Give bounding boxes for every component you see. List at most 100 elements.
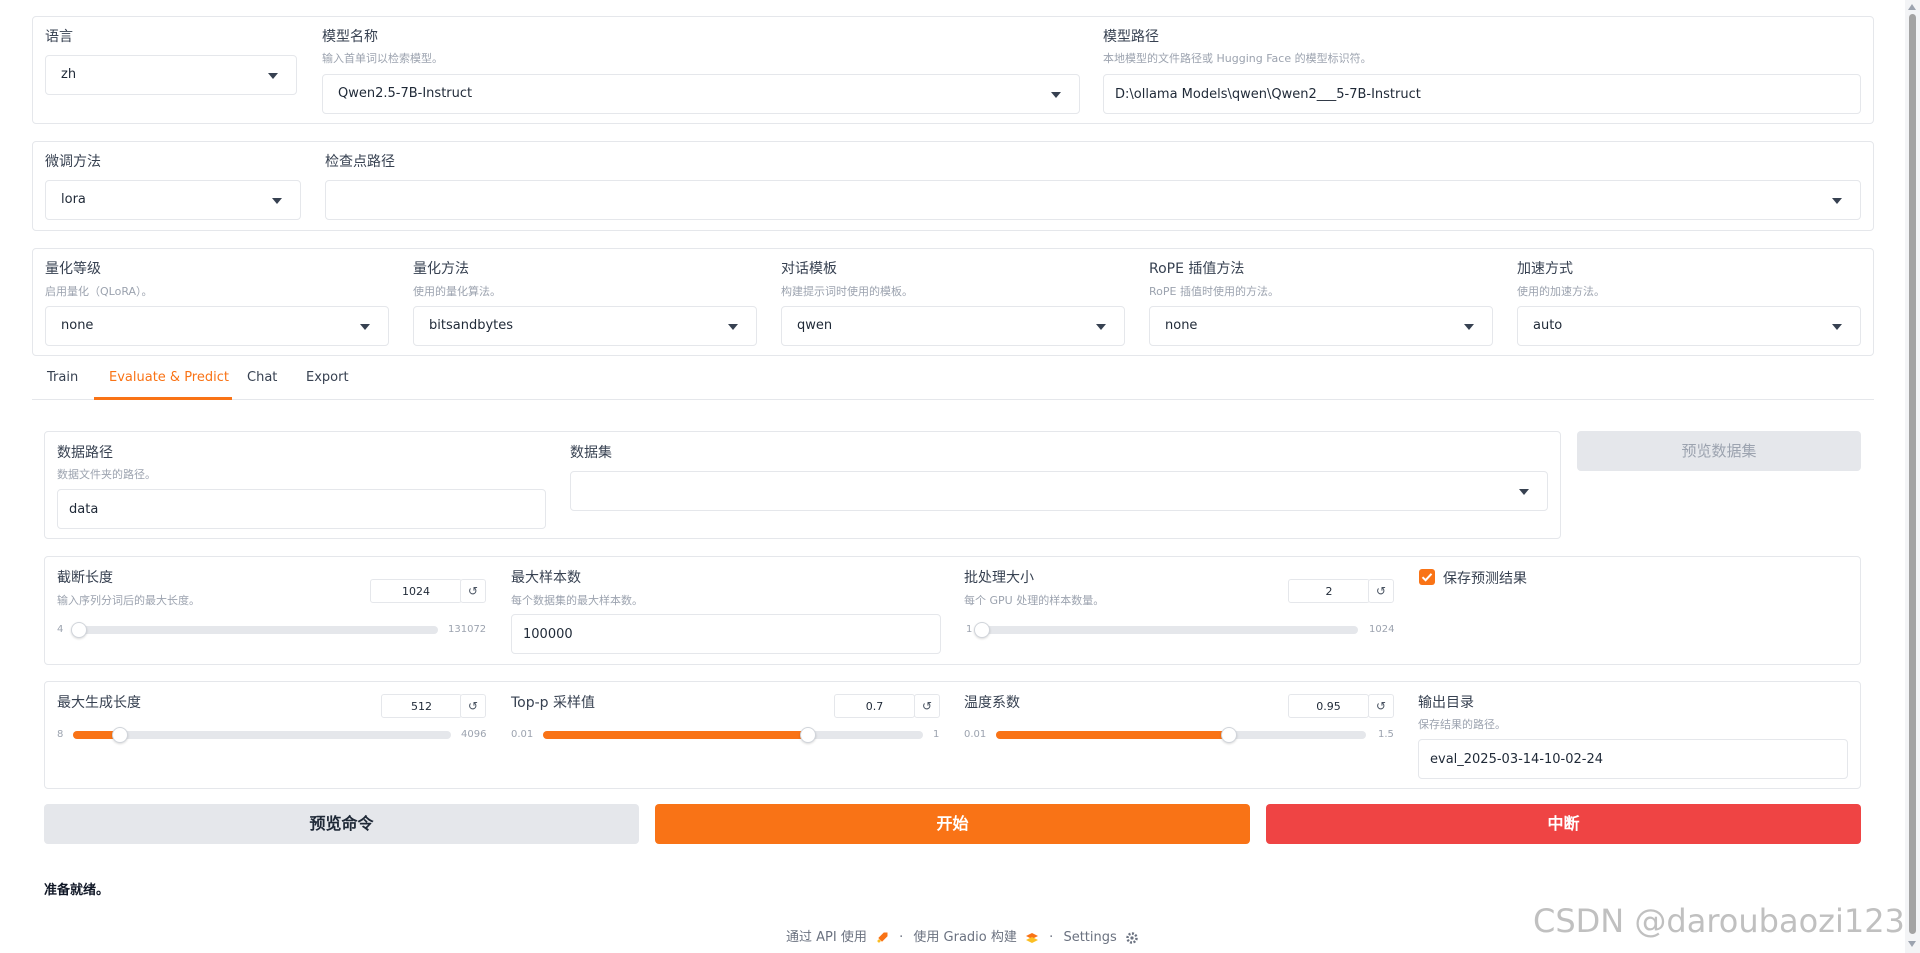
data-dir-field[interactable]	[57, 489, 546, 529]
dataset-dropdown[interactable]	[570, 471, 1548, 511]
cutoff-max: 131072	[448, 624, 487, 635]
tab-evaluate-predict[interactable]: Evaluate & Predict	[109, 370, 229, 385]
settings-link[interactable]: Settings	[1063, 930, 1116, 945]
max-new-slider-thumb[interactable]	[111, 727, 128, 743]
data-dir-label: 数据路径	[57, 445, 113, 461]
quant-bit-info: 启用量化（QLoRA）。	[45, 285, 153, 298]
model-name-dropdown[interactable]: Qwen2.5-7B-Instruct	[322, 74, 1080, 114]
batch-number-input[interactable]	[1289, 580, 1369, 603]
model-path-label: 模型路径	[1103, 29, 1159, 45]
reset-icon[interactable]: ↺	[460, 579, 486, 603]
lang-dropdown[interactable]: zh	[45, 55, 297, 95]
rope-dropdown[interactable]: none	[1149, 306, 1493, 346]
data-dir-input[interactable]	[58, 490, 545, 528]
max-new-number-input[interactable]	[382, 695, 461, 718]
scroll-down-icon[interactable]	[1908, 941, 1916, 947]
top-p-label: Top-p 采样值	[511, 695, 596, 711]
preview-command-button[interactable]: 预览命令	[44, 804, 639, 844]
max-samples-field[interactable]	[511, 614, 941, 654]
footer-sep-2: ·	[1049, 930, 1054, 945]
gradio-logo-icon	[1026, 932, 1039, 943]
quant-method-value: bitsandbytes	[429, 318, 514, 333]
chevron-down-icon	[360, 324, 370, 330]
cutoff-number-input[interactable]	[371, 580, 461, 603]
temp-number-input[interactable]	[1289, 695, 1368, 718]
scrollbar-track[interactable]	[1905, 0, 1920, 953]
model-name-info: 输入首单词以检索模型。	[322, 52, 443, 65]
top-p-number[interactable]	[834, 694, 915, 718]
template-info: 构建提示词时使用的模板。	[781, 285, 913, 298]
temp-slider[interactable]	[996, 727, 1366, 743]
checkpoint-dropdown[interactable]	[325, 180, 1861, 220]
cutoff-info: 输入序列分词后的最大长度。	[57, 594, 200, 607]
tab-bar-line	[32, 399, 1874, 400]
chevron-down-icon	[1832, 324, 1842, 330]
batch-slider[interactable]	[974, 622, 1358, 638]
finetune-dropdown[interactable]: lora	[45, 180, 301, 220]
cutoff-slider-thumb[interactable]	[70, 622, 87, 638]
cutoff-label: 截断长度	[57, 570, 113, 586]
api-link[interactable]: 通过 API 使用	[786, 930, 867, 945]
reset-icon[interactable]: ↺	[914, 694, 940, 718]
batch-min: 1	[966, 624, 973, 635]
reset-icon[interactable]: ↺	[1368, 579, 1394, 603]
rope-value: none	[1165, 318, 1198, 333]
footer-sep-1: ·	[899, 930, 904, 945]
lang-value: zh	[61, 67, 77, 82]
gradio-link[interactable]: 使用 Gradio 构建	[913, 930, 1016, 945]
watermark: CSDN @daroubaozi123	[1533, 902, 1905, 940]
checkpoint-label: 检查点路径	[325, 154, 395, 170]
model-path-field[interactable]	[1103, 74, 1861, 114]
tab-train[interactable]: Train	[47, 370, 78, 385]
top-p-slider-thumb[interactable]	[799, 727, 816, 743]
max-samples-input[interactable]	[512, 615, 940, 653]
rocket-icon	[877, 932, 888, 942]
preview-dataset-button[interactable]: 预览数据集	[1577, 431, 1861, 471]
predict-checkbox[interactable]	[1419, 569, 1435, 585]
temp-number[interactable]	[1288, 694, 1369, 718]
chevron-down-icon	[1464, 324, 1474, 330]
rope-info: RoPE 插值时使用的方法。	[1149, 285, 1279, 298]
temp-label: 温度系数	[964, 695, 1020, 711]
model-name-value: Qwen2.5-7B-Instruct	[338, 86, 473, 101]
chevron-down-icon	[1519, 489, 1529, 495]
cutoff-number[interactable]	[370, 579, 462, 603]
top-p-slider-fill	[543, 731, 808, 739]
template-label: 对话模板	[781, 261, 837, 277]
max-new-slider[interactable]	[73, 727, 451, 743]
quant-method-label: 量化方法	[413, 261, 469, 277]
temp-min: 0.01	[964, 729, 987, 740]
tab-chat[interactable]: Chat	[247, 370, 277, 385]
abort-button[interactable]: 中断	[1266, 804, 1861, 844]
max-new-number[interactable]	[381, 694, 462, 718]
output-dir-input[interactable]	[1419, 740, 1847, 778]
cutoff-slider[interactable]	[70, 622, 438, 638]
batch-label: 批处理大小	[964, 570, 1034, 586]
top-p-number-input[interactable]	[835, 695, 914, 718]
dataset-label: 数据集	[570, 445, 612, 461]
top-p-slider[interactable]	[543, 727, 923, 743]
reset-icon[interactable]: ↺	[1368, 694, 1394, 718]
lang-label: 语言	[45, 29, 73, 45]
tab-export[interactable]: Export	[306, 370, 349, 385]
batch-number[interactable]	[1288, 579, 1370, 603]
quant-bit-value: none	[61, 318, 94, 333]
reset-icon[interactable]: ↺	[460, 694, 486, 718]
scrollbar-thumb[interactable]	[1909, 14, 1916, 934]
quant-bit-dropdown[interactable]: none	[45, 306, 389, 346]
template-value: qwen	[797, 318, 833, 333]
model-path-input[interactable]	[1104, 75, 1860, 113]
temp-max: 1.5	[1378, 729, 1394, 740]
quant-method-dropdown[interactable]: bitsandbytes	[413, 306, 757, 346]
top-p-min: 0.01	[511, 729, 534, 740]
gear-icon[interactable]	[1125, 931, 1139, 945]
booster-dropdown[interactable]: auto	[1517, 306, 1861, 346]
check-icon	[1421, 573, 1433, 582]
booster-info: 使用的加速方法。	[1517, 285, 1605, 298]
top-p-max: 1	[933, 729, 940, 740]
template-dropdown[interactable]: qwen	[781, 306, 1125, 346]
output-dir-field[interactable]	[1418, 739, 1848, 779]
scroll-up-icon[interactable]	[1908, 4, 1916, 10]
quant-method-info: 使用的量化算法。	[413, 285, 501, 298]
start-button[interactable]: 开始	[655, 804, 1250, 844]
